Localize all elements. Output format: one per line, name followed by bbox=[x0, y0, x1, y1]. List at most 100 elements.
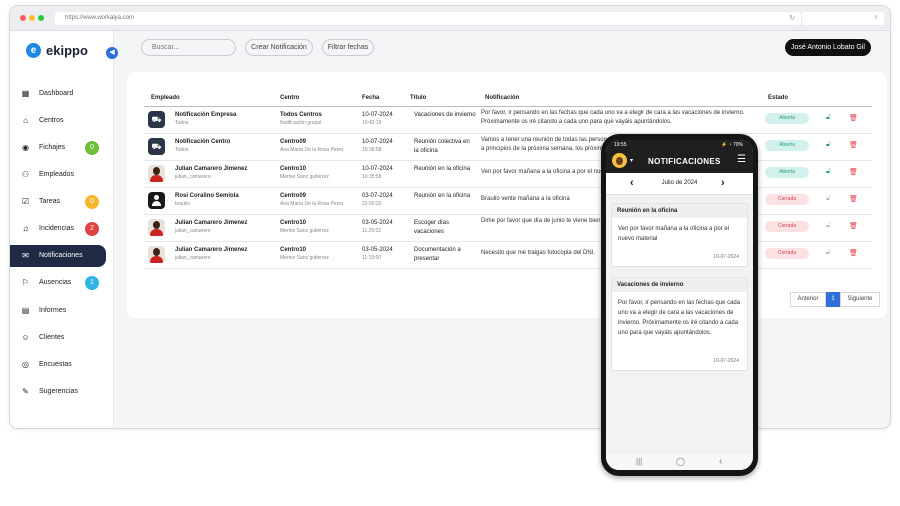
table-row[interactable]: Rosi Coralino Semiola braulio Centro09 Ana … bbox=[144, 188, 872, 215]
address-bar[interactable]: https://www.workalya.com ↻ bbox=[55, 12, 801, 25]
url-text: https://www.workalya.com bbox=[65, 15, 135, 21]
notification-title: Reunión colectiva en la oficina bbox=[414, 139, 470, 154]
survey-icon: ◎ bbox=[22, 360, 29, 369]
recent-apps-icon[interactable]: ||| bbox=[636, 457, 642, 466]
app-logo[interactable]: e ekippo bbox=[26, 43, 88, 58]
sidebar-item-sugerencias[interactable]: ✎ Sugerencias bbox=[10, 381, 114, 403]
minimize-dot[interactable] bbox=[29, 15, 35, 21]
lock-icon[interactable]: 🔓︎ bbox=[826, 168, 831, 176]
home-icon[interactable]: ◯ bbox=[676, 457, 685, 466]
notification-title: Vacaciones de invierno bbox=[414, 112, 476, 118]
lock-icon[interactable]: 🔓︎ bbox=[826, 141, 831, 149]
sidebar-item-label: Ausencias bbox=[39, 279, 72, 286]
avatar[interactable] bbox=[612, 153, 627, 168]
suggestion-icon: ✎ bbox=[22, 387, 29, 396]
notification-date: 10-07-2024 bbox=[362, 139, 393, 145]
trash-icon[interactable]: 🗑︎ bbox=[849, 195, 858, 203]
trash-icon[interactable]: 🗑︎ bbox=[849, 222, 858, 230]
status-badge: Cerrada bbox=[765, 194, 809, 205]
status-badge: Abierta bbox=[765, 113, 809, 124]
sidebar-item-empleados[interactable]: ⚇ Empleados bbox=[10, 164, 114, 186]
employee-name: Rosi Coralino Semiola bbox=[175, 193, 239, 199]
phone-notification-card[interactable]: Reunión en la oficina Ven por favor maña… bbox=[611, 203, 748, 267]
filter-dates-button[interactable]: Filtrar fechas bbox=[322, 39, 374, 56]
status-badge: Abierta bbox=[765, 167, 809, 178]
sidebar-item-encuestas[interactable]: ◎ Encuestas bbox=[10, 354, 114, 376]
client-icon: ☺ bbox=[21, 333, 30, 342]
trash-icon[interactable]: 🗑︎ bbox=[849, 249, 858, 257]
table-row[interactable]: ⛟ Notificación Empresa Todos Todos Centros N… bbox=[144, 107, 872, 134]
phone-time: 19:55 bbox=[614, 142, 627, 148]
browser-search-field[interactable]: ⌕ bbox=[802, 12, 884, 25]
notification-title: Documentación a presentar bbox=[414, 247, 461, 262]
sidebar: e ekippo ▦ Dashboard ⌂ Centros ◉ Fichajes 0 ⚇ Em… bbox=[10, 31, 114, 428]
centro-name: Todos Centros bbox=[280, 112, 322, 118]
employee-username: julian_camarero bbox=[175, 255, 211, 261]
employee-username: Todos bbox=[175, 147, 189, 153]
sidebar-item-dashboard[interactable]: ▦ Dashboard bbox=[10, 83, 114, 105]
sidebar-item-clientes[interactable]: ☺ Clientes bbox=[10, 327, 114, 349]
user-menu-button[interactable]: José Antonio Lobato Gil bbox=[785, 39, 871, 56]
group-notification-icon: ⛟ bbox=[148, 111, 165, 128]
notification-time: 11:25:02 bbox=[362, 228, 382, 234]
sidebar-item-fichajes[interactable]: ◉ Fichajes 0 bbox=[10, 137, 114, 159]
trash-icon[interactable]: 🗑︎ bbox=[849, 168, 858, 176]
lock-icon[interactable]: 🔓︎ bbox=[826, 195, 831, 203]
centro-manager: Ana María De la Rosa Perez bbox=[280, 201, 344, 207]
table-row[interactable]: ⛟ Notificación Centro Todos Centro09 Ana Mar… bbox=[144, 134, 872, 161]
sidebar-item-tareas[interactable]: ☑ Tareas 0 bbox=[10, 191, 114, 213]
back-icon[interactable]: ‹ bbox=[719, 456, 722, 467]
collapse-sidebar-icon[interactable]: ◀ bbox=[106, 47, 118, 59]
sidebar-item-notificaciones[interactable]: ✉ Notificaciones bbox=[10, 245, 106, 267]
month-selector: ‹ Julio de 2024 › bbox=[606, 173, 753, 195]
page-1-button[interactable]: 1 bbox=[826, 292, 840, 307]
sidebar-item-ausencias[interactable]: ⚐ Ausencias 1 bbox=[10, 272, 114, 294]
header-centro: Centro bbox=[280, 95, 300, 101]
menu-icon[interactable]: ☰ bbox=[737, 154, 746, 165]
month-label: Julio de 2024 bbox=[661, 180, 698, 186]
notification-title: Reunión en la oficina bbox=[414, 193, 471, 199]
sidebar-item-label: Informes bbox=[39, 307, 67, 314]
centro-name: Centro10 bbox=[280, 220, 307, 226]
sidebar-item-incidencias[interactable]: ♫ Incidencias 2 bbox=[10, 218, 114, 240]
table-row[interactable]: Julian Camarero Jimenez julian_camarero Ce… bbox=[144, 215, 872, 242]
lock-icon[interactable]: 🔓︎ bbox=[826, 222, 831, 230]
employee-name: Julian Camarero Jimenez bbox=[175, 166, 248, 172]
lock-icon[interactable]: 🔓︎ bbox=[826, 114, 831, 122]
table-row[interactable]: Julian Camarero Jimenez julian_camarero Ce… bbox=[144, 242, 872, 269]
avatar bbox=[148, 219, 165, 236]
prev-page-button[interactable]: Anterior bbox=[790, 292, 826, 307]
phone-header: ▾ NOTIFICACIONES ☰ bbox=[606, 149, 753, 173]
lock-icon[interactable]: 🔓︎ bbox=[826, 249, 831, 257]
notifications-card: Empleado Centro Fecha Título Notificació… bbox=[127, 72, 887, 318]
centro-manager: Mertxe Sanz gutierrez bbox=[280, 255, 329, 261]
absence-icon: ⚐ bbox=[21, 278, 30, 287]
sidebar-item-label: Fichajes bbox=[39, 144, 66, 151]
count-badge: 1 bbox=[85, 276, 99, 290]
trash-icon[interactable]: 🗑︎ bbox=[849, 141, 858, 149]
header-estado: Estado bbox=[768, 95, 789, 101]
create-notification-button[interactable]: Crear Notificación bbox=[245, 39, 313, 56]
chevron-right-icon[interactable]: › bbox=[721, 177, 725, 189]
next-page-button[interactable]: Siguiente bbox=[840, 292, 880, 307]
logo-text: ekippo bbox=[46, 43, 88, 58]
sidebar-item-informes[interactable]: ▤ Informes bbox=[10, 300, 114, 322]
phone-notification-card[interactable]: Vacaciones de invierno Por favor, ir pen… bbox=[611, 277, 748, 371]
centro-manager: Mertxe Sanz gutierrez bbox=[280, 174, 329, 180]
notification-time: 10:35:58 bbox=[362, 174, 382, 180]
centro-manager: Notificación grupal bbox=[280, 120, 322, 126]
phone-card-date: 10-07-2024 bbox=[713, 254, 739, 260]
centro-name: Centro10 bbox=[280, 247, 307, 253]
browser-window: https://www.workalya.com ↻ ⌕ e ekippo ▦ Da… bbox=[9, 5, 891, 429]
trash-icon[interactable]: 🗑︎ bbox=[849, 114, 858, 122]
close-dot[interactable] bbox=[20, 15, 26, 21]
reload-icon[interactable]: ↻ bbox=[789, 15, 795, 22]
notification-date: 03-05-2024 bbox=[362, 247, 393, 253]
table-row[interactable]: Julian Camarero Jimenez julian_camarero Ce… bbox=[144, 161, 872, 188]
avatar bbox=[148, 165, 165, 182]
search-input[interactable]: Buscar... bbox=[141, 39, 236, 56]
sidebar-item-centros[interactable]: ⌂ Centros bbox=[10, 110, 114, 132]
chevron-down-icon[interactable]: ▾ bbox=[630, 157, 633, 164]
building-icon: ⌂ bbox=[23, 116, 28, 125]
maximize-dot[interactable] bbox=[38, 15, 44, 21]
